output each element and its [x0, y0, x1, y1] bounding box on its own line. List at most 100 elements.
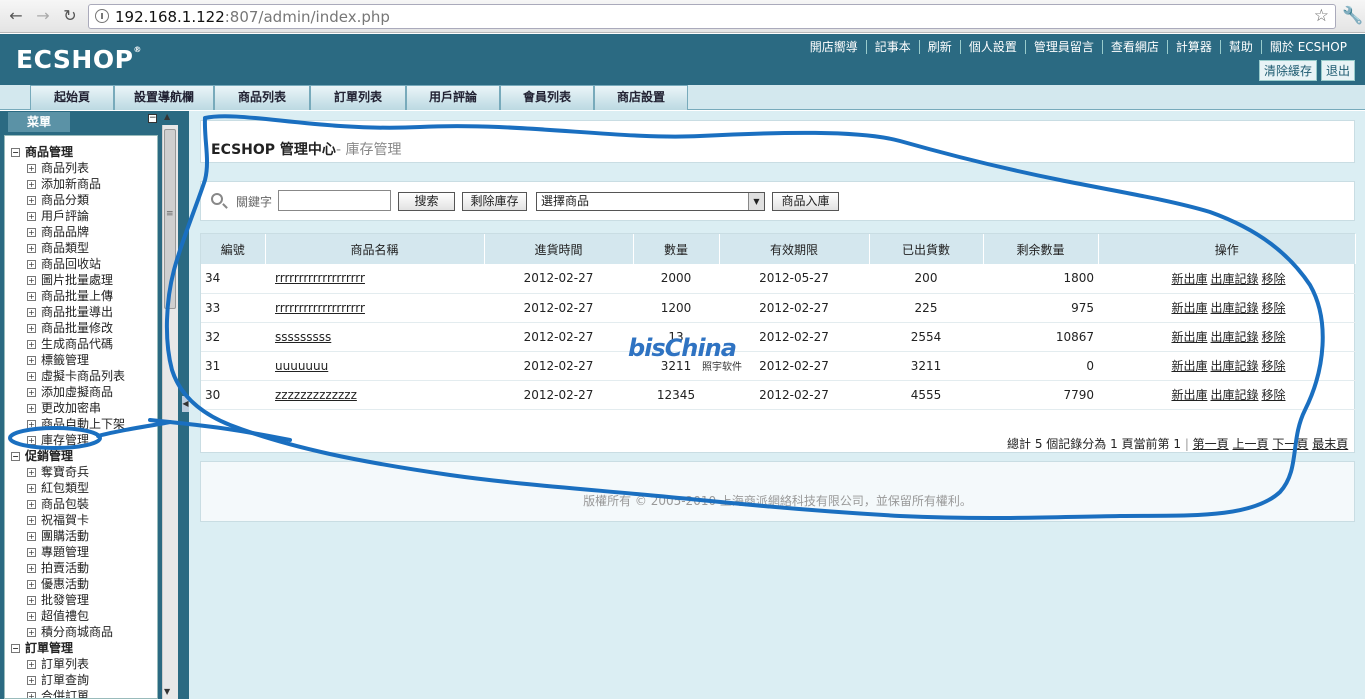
menu-item[interactable]: + 商品批量導出 — [27, 304, 113, 320]
link-about[interactable]: 關於 ECSHOP — [1260, 40, 1355, 54]
column-header[interactable]: 編號 — [201, 234, 266, 264]
menu-item[interactable]: + 商品品牌 — [27, 224, 89, 240]
search-button[interactable]: 搜索 — [398, 192, 455, 211]
remove-link[interactable]: 移除 — [1261, 330, 1285, 344]
link-personal-settings[interactable]: 個人設置 — [959, 40, 1025, 54]
menu-item[interactable]: + 商品包裝 — [27, 496, 89, 512]
menu-item[interactable]: + 商品自動上下架 — [27, 416, 125, 432]
menu-item[interactable]: + 商品類型 — [27, 240, 89, 256]
menu-item[interactable]: + 商品批量上傳 — [27, 288, 113, 304]
column-header[interactable]: 剩余數量 — [983, 234, 1099, 264]
menu-group-goods[interactable]: − 商品管理 — [11, 144, 73, 160]
column-header[interactable]: 已出貨數 — [869, 234, 984, 264]
menu-item[interactable]: + 訂單查詢 — [27, 672, 89, 688]
outbound-records-link[interactable]: 出庫記錄 — [1210, 388, 1258, 402]
menu-item[interactable]: + 專題管理 — [27, 544, 89, 560]
remove-link[interactable]: 移除 — [1261, 301, 1285, 315]
new-outbound-link[interactable]: 新出庫 — [1171, 359, 1207, 373]
menu-item[interactable]: + 添加新商品 — [27, 176, 101, 192]
back-arrow-icon[interactable]: ← — [6, 6, 26, 26]
logout-button[interactable]: 退出 — [1320, 60, 1355, 81]
menu-item[interactable]: + 虛擬卡商品列表 — [27, 368, 125, 384]
stock-in-button[interactable]: 商品入庫 — [772, 192, 839, 211]
link-calculator[interactable]: 計算器 — [1166, 40, 1220, 54]
menu-item[interactable]: + 商品回收站 — [27, 256, 101, 272]
keyword-input[interactable] — [278, 190, 391, 211]
menu-item[interactable]: + 紅包類型 — [27, 480, 89, 496]
scroll-up-icon[interactable]: ▲ — [164, 112, 170, 121]
bookmark-star-icon[interactable]: ☆ — [1314, 6, 1329, 26]
goods-name-link[interactable]: sssssssss — [275, 330, 331, 344]
goods-select[interactable]: 選擇商品 ▼ — [536, 192, 765, 211]
menu-item[interactable]: + 添加虛擬商品 — [27, 384, 113, 400]
address-bar[interactable]: 192.168.1.122:807/admin/index.php ☆ — [88, 4, 1336, 29]
menu-item[interactable]: + 更改加密串 — [27, 400, 101, 416]
new-outbound-link[interactable]: 新出庫 — [1171, 301, 1207, 315]
prev-page-link[interactable]: 上一頁 — [1233, 437, 1269, 451]
menu-item[interactable]: + 奪寶奇兵 — [27, 464, 89, 480]
menu-item[interactable]: + 優惠活動 — [27, 576, 89, 592]
tab-start-page[interactable]: 起始頁 — [30, 85, 114, 110]
menu-group-orders[interactable]: − 訂單管理 — [11, 640, 73, 656]
menu-item[interactable]: + 超值禮包 — [27, 608, 89, 624]
reload-icon[interactable]: ↻ — [60, 6, 80, 26]
next-page-link[interactable]: 下一頁 — [1272, 437, 1308, 451]
column-header[interactable]: 商品名稱 — [265, 234, 485, 264]
tab-shop-settings[interactable]: 商店設置 — [594, 85, 688, 110]
menu-item[interactable]: + 商品列表 — [27, 160, 89, 176]
link-admin-messages[interactable]: 管理員留言 — [1024, 40, 1102, 54]
column-header[interactable]: 有效期限 — [719, 234, 870, 264]
last-page-link[interactable]: 最末頁 — [1312, 437, 1348, 451]
tab-nav-settings[interactable]: 設置導航欄 — [114, 85, 214, 110]
tab-goods-list[interactable]: 商品列表 — [214, 85, 310, 110]
outbound-records-link[interactable]: 出庫記錄 — [1210, 301, 1258, 315]
remove-link[interactable]: 移除 — [1261, 359, 1285, 373]
scrollbar-thumb[interactable] — [164, 129, 176, 309]
column-header[interactable]: 數量 — [633, 234, 720, 264]
link-help[interactable]: 幫助 — [1219, 40, 1261, 54]
first-page-link[interactable]: 第一頁 — [1193, 437, 1229, 451]
goods-name-link[interactable]: rrrrrrrrrrrrrrrrrrr — [275, 271, 365, 285]
forward-arrow-icon[interactable]: → — [33, 6, 53, 26]
outbound-records-link[interactable]: 出庫記錄 — [1210, 330, 1258, 344]
link-refresh[interactable]: 刷新 — [918, 40, 960, 54]
column-header[interactable]: 進貨時間 — [484, 234, 634, 264]
remove-link[interactable]: 移除 — [1261, 272, 1285, 286]
menu-item[interactable]: + 積分商城商品 — [27, 624, 113, 640]
new-outbound-link[interactable]: 新出庫 — [1171, 388, 1207, 402]
menu-item[interactable]: + 拍賣活動 — [27, 560, 89, 576]
collapse-left-icon[interactable]: ◀ — [182, 396, 189, 412]
scroll-down-icon[interactable]: ▼ — [164, 687, 170, 696]
link-notepad[interactable]: 記事本 — [865, 40, 919, 54]
goods-name-link[interactable]: rrrrrrrrrrrrrrrrrrr — [275, 301, 365, 315]
menu-item[interactable]: + 批發管理 — [27, 592, 89, 608]
clear-cache-button[interactable]: 清除緩存 — [1258, 60, 1317, 81]
collapse-menu-icon[interactable]: − — [148, 114, 157, 123]
tab-order-list[interactable]: 訂單列表 — [310, 85, 406, 110]
menu-item[interactable]: + 標籤管理 — [27, 352, 89, 368]
remove-stock-button[interactable]: 剩除庫存 — [462, 192, 527, 211]
goods-name-link[interactable]: zzzzzzzzzzzzz — [275, 388, 357, 402]
menu-item[interactable]: + 商品分類 — [27, 192, 89, 208]
wrench-menu-icon[interactable]: 🔧 — [1342, 6, 1363, 26]
tab-user-comments[interactable]: 用戶評論 — [406, 85, 500, 110]
menu-item[interactable]: + 團購活動 — [27, 528, 89, 544]
tab-member-list[interactable]: 會員列表 — [500, 85, 594, 110]
menu-item-stock-management[interactable]: + 庫存管理 — [27, 432, 89, 448]
menu-item[interactable]: + 合併訂單 — [27, 688, 89, 698]
outbound-records-link[interactable]: 出庫記錄 — [1210, 359, 1258, 373]
new-outbound-link[interactable]: 新出庫 — [1171, 272, 1207, 286]
link-view-shop[interactable]: 查看網店 — [1101, 40, 1167, 54]
menu-item[interactable]: + 用戶評論 — [27, 208, 89, 224]
page-info-icon[interactable] — [95, 9, 109, 23]
remove-link[interactable]: 移除 — [1261, 388, 1285, 402]
menu-item[interactable]: + 商品批量修改 — [27, 320, 113, 336]
menu-item[interactable]: + 祝福賀卡 — [27, 512, 89, 528]
new-outbound-link[interactable]: 新出庫 — [1171, 330, 1207, 344]
menu-item[interactable]: + 生成商品代碼 — [27, 336, 113, 352]
link-setup-wizard[interactable]: 開店嚮導 — [802, 40, 866, 54]
menu-group-promotion[interactable]: − 促銷管理 — [11, 448, 73, 464]
outbound-records-link[interactable]: 出庫記錄 — [1210, 272, 1258, 286]
menu-item[interactable]: + 圖片批量處理 — [27, 272, 113, 288]
menu-item[interactable]: + 訂單列表 — [27, 656, 89, 672]
